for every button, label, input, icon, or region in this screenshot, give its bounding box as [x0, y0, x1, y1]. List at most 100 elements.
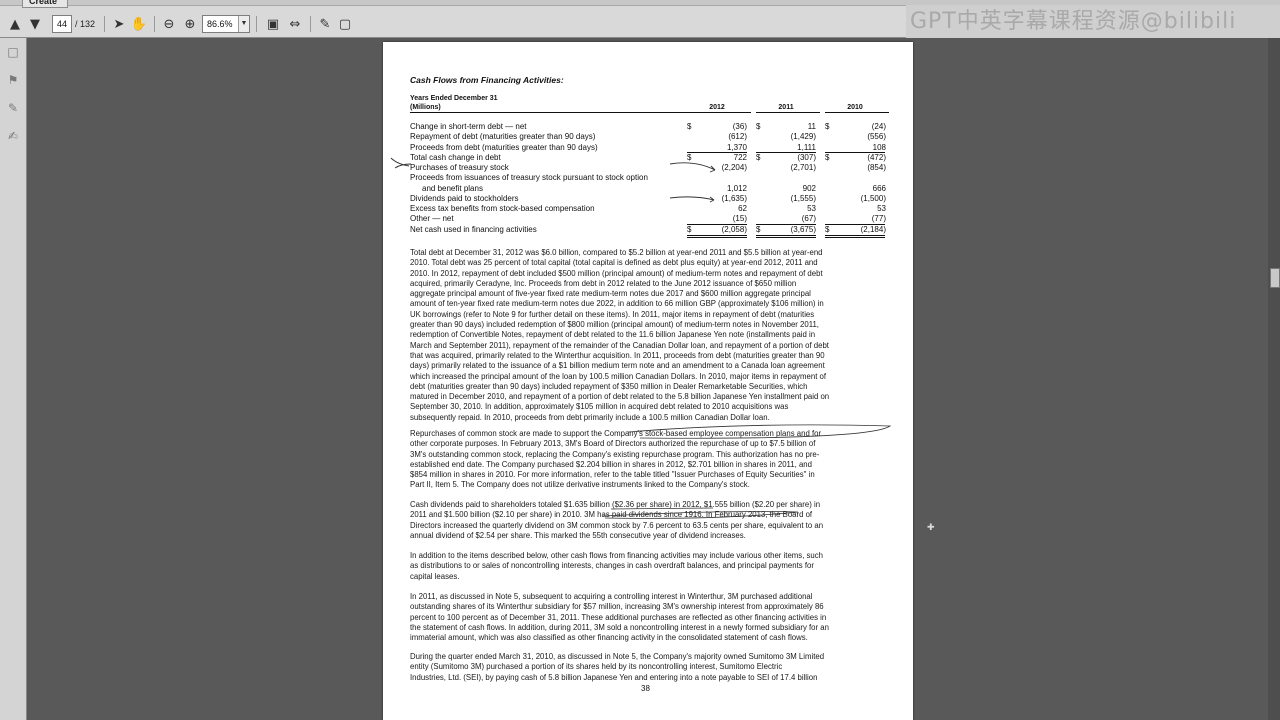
row-label: Excess tax benefits from stock-based com…: [410, 204, 595, 213]
text-line: the statement of cash flows. In addition…: [410, 622, 829, 632]
row-label: Proceeds from debt (maturities greater t…: [410, 142, 598, 152]
year-underline: [687, 112, 751, 113]
share-icon[interactable]: ▢: [336, 15, 354, 33]
row-value: 1,111: [797, 142, 816, 152]
document-page: Cash Flows from Financing Activities: Ye…: [383, 42, 913, 720]
row-value: (2,058): [721, 224, 747, 234]
row-label: Purchases of treasury stock: [410, 163, 509, 172]
toolbar-divider: [256, 16, 257, 32]
row-value: (67): [801, 214, 816, 224]
create-button[interactable]: Create: [22, 0, 68, 8]
arrow-down-icon[interactable]: ▼: [26, 15, 44, 33]
row-value: (1,500): [860, 193, 886, 203]
text-line: percent to 100 percent as of December 31…: [410, 612, 827, 622]
row-label: Repayment of debt (maturities greater th…: [410, 132, 596, 142]
header-underline: [410, 112, 687, 113]
total-underline: [756, 152, 816, 154]
row-label: Net cash used in financing activities: [410, 224, 537, 234]
text-line: greater than 90 days) included redemptio…: [410, 320, 819, 330]
select-cursor-icon[interactable]: ➤: [110, 15, 128, 33]
row-label: Total cash change in debt: [410, 152, 501, 162]
table-row: Total cash change in debt $ $ $722 (307) (472…: [383, 153, 913, 163]
text-line: days) primarily related to the issuance …: [410, 361, 825, 371]
text-line: March and September 2011), repayment of …: [410, 340, 829, 350]
chevron-down-icon[interactable]: ▼: [238, 16, 249, 32]
table-header-units: (Millions): [410, 104, 441, 111]
table-row: Proceeds from debt (maturities greater t…: [383, 143, 913, 153]
signature-icon[interactable]: ✍: [5, 128, 21, 144]
row-value: (2,184): [860, 224, 886, 234]
table-row: Repayment of debt (maturities greater th…: [383, 132, 913, 142]
text-line: UK borrowings (refer to Note 9 for furth…: [410, 309, 815, 319]
text-line: matured in December 2010, and repayment …: [410, 392, 830, 402]
text-line: capital leases.: [410, 571, 460, 581]
table-row: Net cash used in financing activities $ $ $…: [383, 225, 913, 235]
watermark: GPT中英字幕课程资源@bilibili: [906, 5, 1280, 38]
total-underline: [825, 224, 885, 225]
row-value: (1,635): [721, 193, 747, 203]
zoom-select[interactable]: 86.6% ▼: [202, 15, 250, 33]
year-header: 2010: [847, 104, 863, 111]
row-value: 53: [807, 204, 816, 213]
row-value: 53: [877, 204, 886, 213]
row-value: (2,701): [790, 163, 816, 172]
fit-width-icon[interactable]: ⇔: [286, 15, 304, 33]
dollar-sign: $: [687, 152, 692, 162]
row-value: (24): [871, 122, 886, 131]
dollar-sign: $: [756, 152, 761, 162]
bookmark-icon[interactable]: ⚑: [5, 72, 21, 88]
zoom-value: 86.6%: [207, 19, 233, 29]
total-underline: [687, 234, 747, 238]
page-number-input[interactable]: 44: [52, 15, 72, 33]
text-line: Directors increased the quarterly divide…: [410, 520, 824, 530]
text-line: September 30, 2010. In addition, approxi…: [410, 402, 789, 412]
vertical-scrollbar[interactable]: [1268, 38, 1280, 720]
toolbar-divider: [154, 16, 155, 32]
text-line: immaterial amount, which was also classi…: [410, 633, 808, 643]
text-line: Industries, Ltd. (SEI), by paying cash o…: [410, 672, 818, 682]
text-line: outstanding shares of its Winterthur sub…: [410, 602, 824, 612]
comment-icon[interactable]: ✎: [316, 15, 334, 33]
text-line: Total debt at December 31, 2012 was $6.0…: [410, 248, 823, 257]
paragraph: In 2011, as discussed in Note 5, subsequ…: [410, 592, 887, 643]
row-value: 11: [807, 122, 816, 131]
left-navigation-panel: □ ⚑ ✎ ✍: [0, 38, 27, 720]
dollar-sign: $: [756, 224, 761, 234]
year-header: 2012: [709, 104, 725, 111]
arrow-up-icon[interactable]: ▲: [6, 15, 24, 33]
hand-tool-icon[interactable]: ✋: [130, 15, 148, 33]
text-line: other corporate purposes. In February 20…: [410, 439, 816, 449]
fit-page-icon[interactable]: ▣: [264, 15, 282, 33]
text-line: debt (maturities greater than 90 days) i…: [410, 381, 808, 391]
page-total: / 132: [75, 19, 96, 29]
row-label: Change in short-term debt — net: [410, 122, 527, 131]
row-value: 108: [872, 142, 886, 152]
text-line: amount of ten-year fixed rate medium-ter…: [410, 299, 824, 309]
text-line: entity (Sumitomo 3M) purchased a portion…: [410, 662, 783, 672]
zoom-out-icon[interactable]: ⊖: [160, 15, 178, 33]
row-value: (556): [867, 132, 886, 142]
dollar-sign: $: [825, 152, 830, 162]
text-line: Repurchases of common stock are made to …: [410, 429, 822, 438]
dollar-sign: $: [687, 224, 692, 234]
scrollbar-thumb[interactable]: [1270, 268, 1280, 288]
table-row: Excess tax benefits from stock-based com…: [383, 204, 913, 214]
row-value: (612): [728, 132, 747, 142]
total-underline: [756, 224, 816, 225]
year-underline: [825, 112, 889, 113]
paragraph: Repurchases of common stock are made to …: [410, 429, 887, 491]
dollar-sign: $: [687, 122, 692, 131]
text-line: In addition to the items described below…: [410, 551, 824, 560]
zoom-in-icon[interactable]: ⊕: [181, 15, 199, 33]
paragraph: Cash dividends paid to shareholders tota…: [410, 500, 887, 541]
row-value: (1,555): [790, 193, 816, 203]
row-value: 722: [733, 152, 747, 162]
pages-icon[interactable]: □: [5, 44, 21, 60]
total-underline: [825, 152, 885, 154]
text-line: 2010. Total debt was 25 percent of total…: [410, 258, 818, 268]
text-line: 2010. In 2012, repayment of debt include…: [410, 268, 823, 278]
row-value: (472): [867, 152, 886, 162]
table-row: Proceeds from issuances of treasury stoc…: [383, 173, 913, 183]
row-label: Dividends paid to stockholders: [410, 193, 519, 203]
attachment-icon[interactable]: ✎: [5, 100, 21, 116]
